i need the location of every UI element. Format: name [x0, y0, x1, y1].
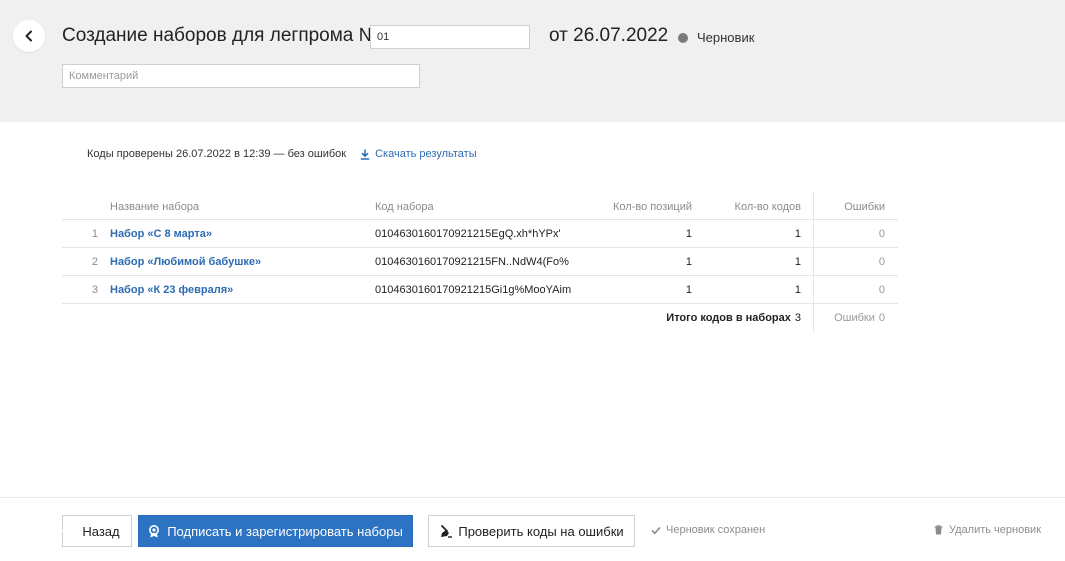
table-row: 2 Набор «Любимой бабушке» 01046301601709…: [62, 248, 898, 276]
brush-check-icon: [441, 524, 453, 538]
set-number-input[interactable]: [370, 25, 530, 49]
check-result-line: Коды проверены 26.07.2022 в 12:39 — без …: [87, 148, 477, 160]
chevron-left-icon: [25, 30, 32, 42]
status-label: Черновик: [697, 30, 755, 45]
total-codes-label: Итого кодов в наборах: [666, 312, 791, 324]
document-date: от 26.07.2022: [549, 25, 669, 46]
table-header-row: Название набора Код набора Кол-во позици…: [62, 192, 898, 220]
errors-count: 0: [878, 284, 885, 296]
row-number: 3: [91, 284, 98, 296]
check-result-text: Коды проверены 26.07.2022 в 12:39 — без …: [87, 148, 347, 160]
draft-saved-label: Черновик сохранен: [666, 524, 766, 536]
delete-draft-button[interactable]: Удалить черновик: [934, 524, 1041, 536]
codes-count: 1: [794, 228, 801, 240]
column-header-codes: Кол-во кодов: [734, 201, 801, 213]
back-button[interactable]: Назад: [62, 515, 132, 547]
set-name-link[interactable]: Набор «К 23 февраля»: [110, 276, 233, 304]
delete-draft-label: Удалить черновик: [949, 524, 1042, 536]
sign-and-register-button[interactable]: Подписать и зарегистрировать наборы: [138, 515, 413, 547]
column-header-name: Название набора: [110, 201, 200, 213]
errors-count: 0: [878, 228, 885, 240]
row-number: 2: [91, 256, 98, 268]
column-header-code: Код набора: [375, 201, 434, 213]
codes-count: 1: [794, 256, 801, 268]
table-total-row: Итого кодов в наборах 3 Ошибки 0: [62, 304, 898, 332]
check-codes-button[interactable]: Проверить коды на ошибки: [428, 515, 635, 547]
table-row: 1 Набор «С 8 марта» 0104630160170921215E…: [62, 220, 898, 248]
back-button-label: Назад: [82, 523, 120, 539]
page-header: Создание наборов для легпрома № от 26.07…: [0, 0, 1065, 122]
page-title: Создание наборов для легпрома №: [62, 25, 380, 46]
download-results-link[interactable]: Скачать результаты: [360, 148, 477, 160]
trash-icon: [934, 525, 943, 535]
sign-and-register-label: Подписать и зарегистрировать наборы: [167, 523, 403, 539]
download-results-label: Скачать результаты: [375, 148, 477, 160]
status-dot-icon: [678, 32, 688, 43]
comment-input[interactable]: [62, 64, 420, 88]
back-arrow-button[interactable]: [13, 20, 45, 52]
codes-count: 1: [794, 284, 801, 296]
total-errors-label: Ошибки: [834, 312, 875, 324]
positions-count: 1: [685, 228, 692, 240]
checkmark-icon: [651, 526, 661, 534]
set-code: 0104630160170921215Gi1g%MooYAim: [375, 284, 572, 296]
errors-count: 0: [878, 256, 885, 268]
status-badge: Черновик: [678, 30, 754, 45]
sets-table: Название набора Код набора Кол-во позици…: [62, 192, 898, 332]
check-codes-label: Проверить коды на ошибки: [458, 523, 624, 539]
set-name-link[interactable]: Набор «Любимой бабушке»: [110, 248, 261, 276]
total-codes: Итого кодов в наборах 3: [666, 304, 801, 332]
set-code: 0104630160170921215EgQ.xh*hYPx': [375, 228, 561, 240]
signature-badge-icon: [149, 524, 160, 537]
column-header-positions: Кол-во позиций: [613, 201, 692, 213]
positions-count: 1: [685, 284, 692, 296]
table-row: 3 Набор «К 23 февраля» 01046301601709212…: [62, 276, 898, 304]
download-icon: [360, 149, 370, 160]
draft-saved-status: Черновик сохранен: [651, 524, 765, 536]
set-name-link[interactable]: Набор «С 8 марта»: [110, 220, 212, 248]
footer-divider: [0, 497, 1065, 498]
total-codes-value: 3: [794, 312, 801, 324]
positions-count: 1: [685, 256, 692, 268]
set-code: 0104630160170921215FN..NdW4(Fo%: [375, 256, 569, 268]
total-errors: Ошибки 0: [834, 304, 885, 332]
column-header-errors: Ошибки: [844, 201, 885, 213]
row-number: 1: [91, 228, 98, 240]
total-errors-value: 0: [878, 312, 885, 324]
